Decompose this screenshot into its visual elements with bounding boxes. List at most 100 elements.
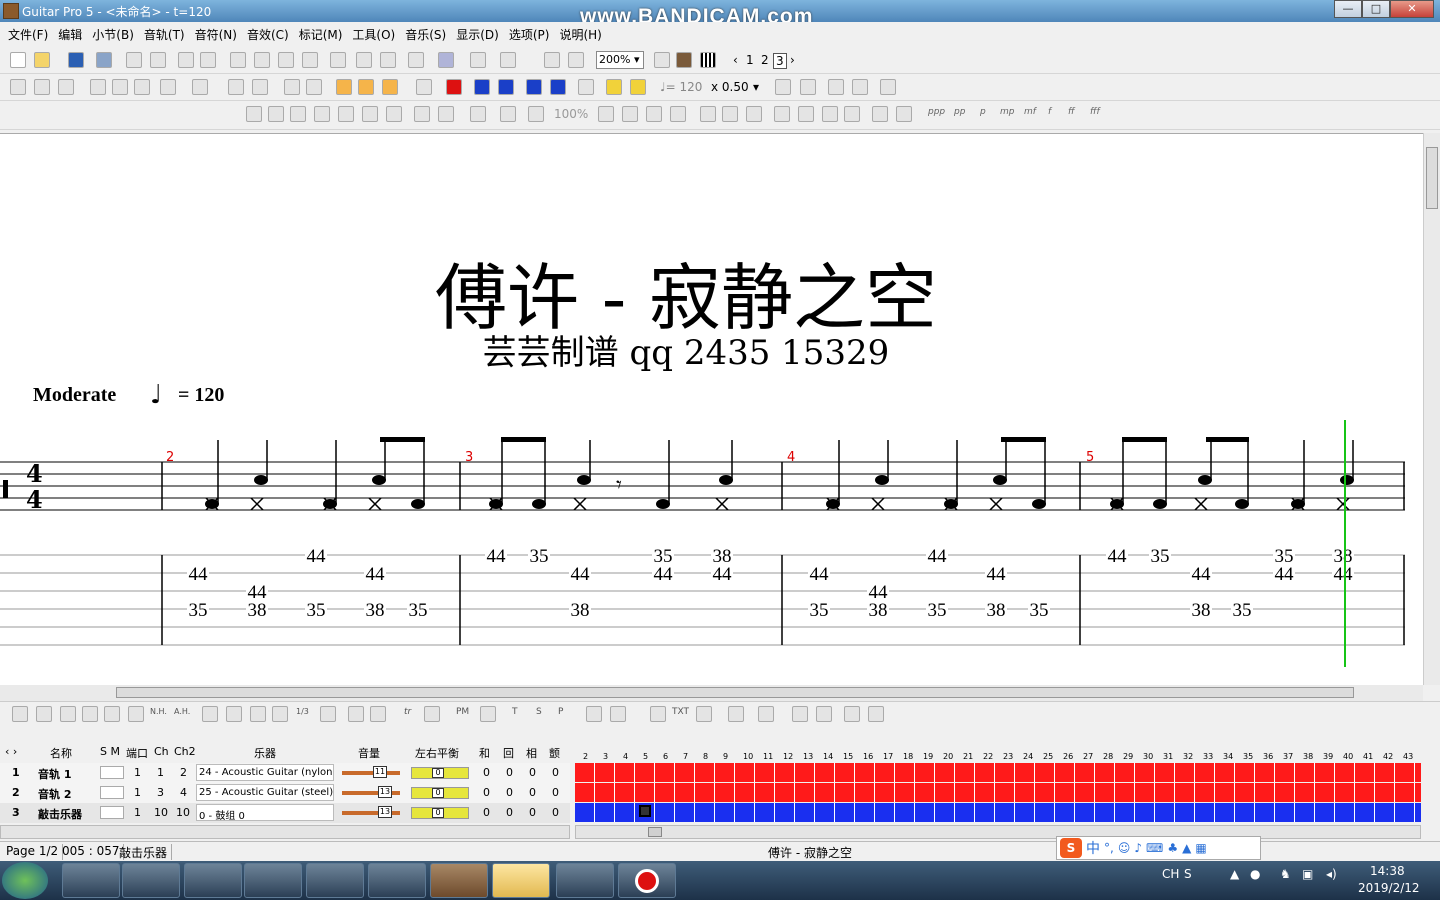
page-next-button[interactable]: › <box>790 53 795 67</box>
pick-stroke-down-icon[interactable] <box>728 706 744 722</box>
ottava-up-icon[interactable] <box>598 106 614 122</box>
arrow-up-icon[interactable] <box>792 706 808 722</box>
crescendo-icon[interactable] <box>586 706 602 722</box>
mixer-icon[interactable] <box>696 706 712 722</box>
undo-icon[interactable] <box>178 52 194 68</box>
menu-options[interactable]: 选项(P) <box>505 26 554 43</box>
tray-volume-icon[interactable]: ◂) <box>1326 867 1337 881</box>
percussion-note[interactable] <box>368 440 386 511</box>
artificial-harmonic-button[interactable]: A.H. <box>174 707 190 716</box>
tab-fret-number[interactable]: 44 <box>1275 564 1295 585</box>
track-timeline-row[interactable] <box>575 803 1421 822</box>
menu-file[interactable]: 文件(F) <box>4 26 52 43</box>
palm-mute-button[interactable]: PM <box>456 707 469 717</box>
tab-fret-number[interactable]: 35 <box>810 600 829 621</box>
phaser-value[interactable]: 0 <box>529 806 536 819</box>
menu-bar-measure[interactable]: 小节(B) <box>88 26 138 43</box>
tab-fret-number[interactable]: 44 <box>928 546 948 567</box>
settings-gear-icon[interactable] <box>438 52 454 68</box>
percussion-note[interactable] <box>1194 440 1212 511</box>
chorus-value[interactable]: 0 <box>483 786 490 799</box>
marker-add-icon[interactable] <box>358 79 374 95</box>
sogou-ime-toolbar[interactable]: S 中 °, ☺ ♪ ⌨ ♣ ▲ ▦ <box>1056 836 1261 860</box>
marker-remove-icon[interactable] <box>382 79 398 95</box>
chevron-down-icon[interactable] <box>844 706 860 722</box>
tab-fret-number[interactable]: 38 <box>366 600 385 621</box>
pan-slider[interactable]: 0 <box>411 807 469 819</box>
track-timeline-row[interactable] <box>575 763 1421 782</box>
tap-button[interactable]: T <box>512 707 518 717</box>
tab-fret-number[interactable]: 44 <box>571 564 591 585</box>
percussion-note[interactable] <box>1110 440 1124 511</box>
taskbar-media-icon[interactable] <box>306 863 364 898</box>
track-instrument[interactable]: 0 - 鼓组 0 <box>196 804 334 821</box>
percussion-note[interactable] <box>871 440 889 511</box>
percussion-note[interactable] <box>573 440 591 511</box>
track-row-3[interactable]: 3 敲击乐器 1 10 10 0 - 鼓组 0 13 0 0 0 0 0 <box>0 803 570 823</box>
guitar-pro-app-icon[interactable] <box>3 3 19 19</box>
percussion-note[interactable] <box>205 440 219 511</box>
insert-bar-icon[interactable] <box>230 52 246 68</box>
percussion-note[interactable] <box>1291 440 1305 511</box>
tab-fret-number[interactable]: 44 <box>713 564 733 585</box>
tab-fret-number[interactable]: 44 <box>1334 564 1354 585</box>
ghost-note-icon[interactable] <box>60 706 76 722</box>
menu-track[interactable]: 音轨(T) <box>140 26 189 43</box>
dynamic-mf[interactable]: mf <box>1024 107 1036 117</box>
transpose-down-icon[interactable] <box>800 79 816 95</box>
tremolo-picking-icon[interactable] <box>320 706 336 722</box>
menu-tools[interactable]: 工具(O) <box>348 26 399 43</box>
trill-button[interactable]: tr <box>404 707 411 717</box>
play-icon[interactable] <box>498 79 514 95</box>
transpose-up-icon[interactable] <box>775 79 791 95</box>
wide-vibrato-icon[interactable] <box>370 706 386 722</box>
volume-value[interactable]: 11 <box>373 766 387 778</box>
percussion-note[interactable] <box>323 440 337 511</box>
tab-fret-number[interactable]: 44 <box>1192 564 1212 585</box>
tools-icon[interactable] <box>408 52 424 68</box>
multitrack-icon[interactable] <box>544 52 560 68</box>
double-bar-icon[interactable] <box>160 79 176 95</box>
screen-view-icon[interactable] <box>500 52 516 68</box>
menu-edit[interactable]: 编辑 <box>54 26 86 43</box>
tuplet-icon[interactable] <box>438 106 454 122</box>
chord-diagram-icon[interactable] <box>470 106 486 122</box>
fermata-icon[interactable] <box>868 706 884 722</box>
velocity-percent[interactable]: 100% <box>554 107 588 121</box>
maximize-button[interactable]: □ <box>1362 0 1390 18</box>
dynamic-pp[interactable]: pp <box>954 107 965 117</box>
solo-mute-toggles[interactable] <box>100 806 124 819</box>
copy-icon[interactable] <box>126 52 142 68</box>
ime-chinese-mode-icon[interactable]: 中 <box>1086 838 1100 858</box>
close-button[interactable]: ✕ <box>1390 0 1434 18</box>
percussion-note[interactable] <box>989 440 1007 511</box>
timeline-selected-cell[interactable] <box>639 805 651 817</box>
tab-fret-number[interactable]: 44 <box>366 564 386 585</box>
octave-down-icon[interactable] <box>852 79 868 95</box>
rest-icon[interactable] <box>500 106 516 122</box>
vertical-scrollbar[interactable] <box>1423 133 1440 685</box>
quindicesima-up-icon[interactable] <box>646 106 662 122</box>
ime-skin-icon[interactable]: ▲ <box>1182 841 1191 855</box>
tray-qq-icon[interactable]: ♞ <box>1280 867 1291 881</box>
bar-properties-icon[interactable] <box>278 52 294 68</box>
split-view-icon[interactable] <box>568 52 584 68</box>
delete-bar-icon[interactable] <box>254 52 270 68</box>
ime-punctuation-icon[interactable]: °, <box>1104 841 1114 855</box>
percussion-note[interactable] <box>944 440 958 511</box>
tab-fret-number[interactable]: 35 <box>307 600 326 621</box>
reverb-value[interactable]: 0 <box>506 766 513 779</box>
rse-icon[interactable] <box>416 79 432 95</box>
tab-fret-number[interactable]: 35 <box>1030 600 1049 621</box>
triplet-feel-button[interactable]: 1/3 <box>296 707 309 716</box>
tab-fret-number[interactable]: 38 <box>248 600 267 621</box>
next-bar-icon[interactable] <box>550 79 566 95</box>
track-port[interactable]: 1 <box>134 766 141 779</box>
tray-network-icon[interactable]: ▣ <box>1302 867 1313 881</box>
rasgueado-icon[interactable] <box>424 706 440 722</box>
taskbar-explorer-icon[interactable] <box>184 863 242 898</box>
clear-bar-icon[interactable] <box>302 52 318 68</box>
menu-effects[interactable]: 音效(C) <box>243 26 293 43</box>
tab-fret-number[interactable]: 44 <box>987 564 1007 585</box>
track-channel2[interactable]: 10 <box>176 806 190 819</box>
